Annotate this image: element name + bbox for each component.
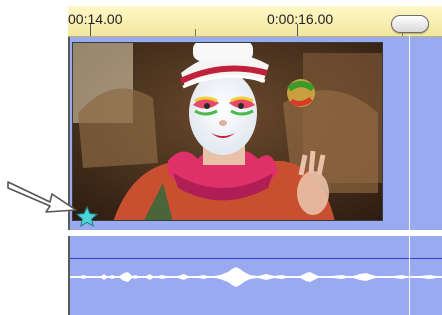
star-icon[interactable] <box>76 206 98 228</box>
ruler-label-left: 00:14.00 <box>68 11 123 27</box>
ruler-tick <box>90 24 91 36</box>
ruler-label-right: 0:00:16.00 <box>267 11 334 27</box>
video-thumbnail-image <box>73 43 382 220</box>
ruler-tick <box>297 24 298 36</box>
timeline-root: 00:14.00 0:00:16.00 <box>0 0 442 315</box>
video-clip-thumbnail[interactable] <box>72 42 383 221</box>
audio-level-line <box>70 258 442 259</box>
arrow-icon <box>7 181 77 213</box>
ruler-tick <box>195 29 196 36</box>
playhead-line <box>409 34 410 315</box>
scrubber-thumb[interactable] <box>391 15 429 33</box>
timeline-ruler[interactable]: 00:14.00 0:00:16.00 <box>68 6 442 37</box>
audio-waveform <box>70 267 442 287</box>
